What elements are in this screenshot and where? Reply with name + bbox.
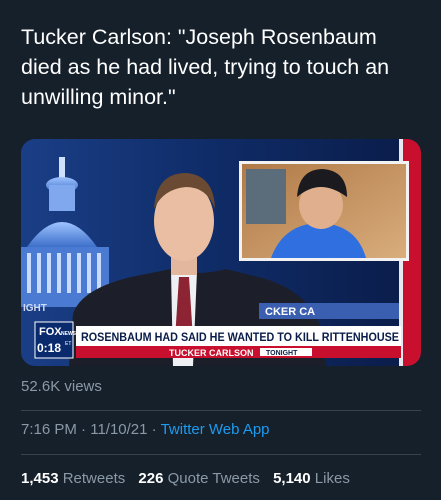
- bug-network: FOX: [39, 326, 62, 338]
- video-frame: IGHT CKER CA ROSENBAUM HAD SAID HE WANTE…: [21, 139, 421, 366]
- retweets-count: 1,453: [21, 470, 59, 487]
- likes-label: Likes: [314, 470, 350, 487]
- bug-time: 0:18: [37, 341, 61, 355]
- bug-sup: ET: [65, 341, 71, 347]
- likes-stat[interactable]: 5,140 Likes: [273, 470, 350, 487]
- retweets-label: Retweets: [62, 470, 126, 487]
- lower-third: ROSENBAUM HAD SAID HE WANTED TO KILL RIT…: [76, 326, 401, 358]
- inset-photo: [239, 161, 409, 261]
- fox-news-bug: FOX NEWS 0:18 ET: [34, 321, 77, 359]
- divider: [21, 454, 421, 455]
- tweet-meta: 7:16 PM · 11/10/21 · Twitter Web App: [21, 421, 270, 438]
- quote-tweets-stat[interactable]: 226 Quote Tweets: [138, 470, 259, 487]
- tweet-media[interactable]: IGHT CKER CA ROSENBAUM HAD SAID HE WANTE…: [21, 139, 421, 366]
- view-count: 52.6K views: [21, 378, 102, 395]
- quote-tweets-count: 226: [138, 470, 164, 487]
- source-app-link[interactable]: Twitter Web App: [161, 421, 270, 438]
- tweet-text: Tucker Carlson: "Joseph Rosenbaum died a…: [21, 25, 390, 109]
- bug-sub: NEWS: [61, 331, 77, 337]
- tweet-time[interactable]: 7:16 PM: [21, 421, 77, 438]
- meta-separator: ·: [81, 421, 87, 438]
- meta-separator: ·: [151, 421, 157, 438]
- show-name: TONIGHT: [266, 350, 298, 357]
- likes-count: 5,140: [273, 470, 311, 487]
- quote-tweets-label: Quote Tweets: [167, 470, 260, 487]
- show-host: TUCKER CARLSON: [169, 348, 254, 358]
- divider: [21, 410, 421, 411]
- retweets-stat[interactable]: 1,453 Retweets: [21, 470, 125, 487]
- engagement-stats: 1,453 Retweets 226 Quote Tweets 5,140 Li…: [21, 470, 350, 487]
- ticker-fragment: CKER CA: [265, 306, 315, 318]
- side-fragment: IGHT: [23, 303, 47, 314]
- tweet-date[interactable]: 11/10/21: [90, 421, 147, 438]
- lower-third-headline: ROSENBAUM HAD SAID HE WANTED TO KILL RIT…: [81, 332, 399, 344]
